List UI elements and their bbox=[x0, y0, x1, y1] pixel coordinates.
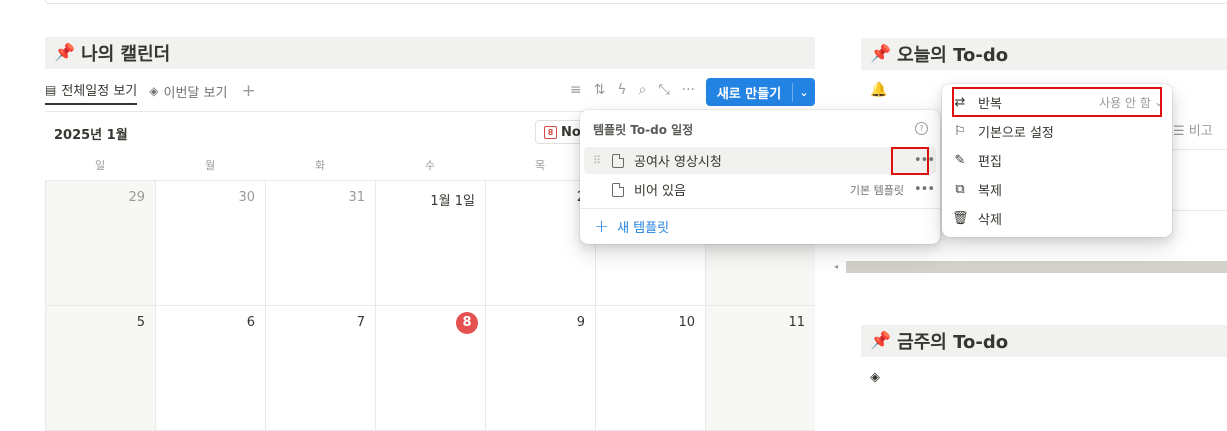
calendar-title: 나의 캘린더 bbox=[81, 44, 171, 65]
highlight-box bbox=[952, 87, 1162, 117]
week-todo-header: 📌 금주의 To-do bbox=[861, 325, 1227, 357]
day-cell[interactable]: 2 bbox=[485, 181, 595, 305]
day-cell[interactable]: 29 bbox=[45, 181, 155, 305]
day-number: 29 bbox=[128, 190, 145, 205]
calendar-week: 5 6 7 8 9 10 11 bbox=[45, 306, 815, 431]
bell-icon[interactable]: 🔔 bbox=[870, 82, 887, 98]
weekday-label: 일 bbox=[94, 159, 106, 172]
menu-item-label: 복제 bbox=[978, 183, 1002, 199]
more-icon[interactable]: ··· bbox=[682, 82, 695, 98]
sort-icon[interactable]: ⇅ bbox=[594, 82, 606, 98]
scroll-left-icon[interactable]: ◂ bbox=[834, 262, 838, 271]
toolbar-icons: ≡ ⇅ ϟ ⌕ ⤡ ··· bbox=[570, 82, 695, 98]
menu-item-label: 삭제 bbox=[978, 212, 1002, 228]
calendar-section-header: 📌 나의 캘린더 bbox=[45, 37, 815, 69]
menu-item-label: 편집 bbox=[978, 154, 1002, 170]
template-popup: 템플릿 To-do 일정 ? ⠿ 공여사 영상시청 ••• 비어 있음 기본 템… bbox=[580, 110, 940, 244]
new-template-label: 새 템플릿 bbox=[617, 221, 670, 236]
day-number: 10 bbox=[678, 315, 695, 330]
flag-icon: ⚐ bbox=[954, 123, 966, 139]
notes-column-header: ☰ 비고 bbox=[1173, 120, 1213, 139]
weekday-label: 화 bbox=[314, 159, 326, 172]
template-name: 공여사 영상시청 bbox=[634, 155, 722, 170]
day-cell[interactable]: 11 bbox=[705, 306, 815, 430]
chevron-down-icon[interactable]: ⌄ bbox=[793, 86, 815, 99]
day-number: 1월 1일 bbox=[430, 194, 475, 209]
tab-label: 이번달 보기 bbox=[163, 85, 228, 101]
automation-icon[interactable]: ϟ bbox=[617, 82, 626, 98]
menu-item-duplicate[interactable]: ⧉ 복제 bbox=[952, 176, 1164, 202]
search-icon[interactable]: ⌕ bbox=[639, 82, 647, 98]
divider bbox=[580, 208, 940, 209]
template-item[interactable]: 비어 있음 기본 템플릿 ••• bbox=[584, 176, 936, 203]
day-cell[interactable]: 30 bbox=[155, 181, 265, 305]
stack-icon[interactable]: ◈ bbox=[870, 370, 880, 385]
plus-icon: + bbox=[594, 216, 610, 237]
day-cell[interactable]: 10 bbox=[595, 306, 705, 430]
day-cell[interactable]: 7 bbox=[265, 306, 375, 430]
weekday-label: 수 bbox=[424, 159, 436, 172]
tab-this-month[interactable]: ◈ 이번달 보기 bbox=[149, 78, 227, 104]
new-template-button[interactable]: + 새 템플릿 bbox=[594, 216, 669, 237]
day-number: 31 bbox=[348, 190, 365, 205]
more-icon[interactable]: ••• bbox=[912, 182, 936, 197]
pin-icon: 📌 bbox=[870, 44, 892, 64]
day-cell[interactable]: 5 bbox=[45, 306, 155, 430]
top-block-border bbox=[45, 0, 1227, 4]
new-button-label: 새로 만들기 bbox=[706, 82, 793, 102]
day-cell[interactable]: 31 bbox=[265, 181, 375, 305]
help-icon[interactable]: ? bbox=[915, 122, 928, 135]
day-number: 30 bbox=[238, 190, 255, 205]
duplicate-icon: ⧉ bbox=[955, 181, 965, 197]
today-todo-title: 오늘의 To-do bbox=[897, 45, 1009, 66]
day-number: 6 bbox=[246, 315, 255, 330]
template-item[interactable]: ⠿ 공여사 영상시청 ••• bbox=[584, 147, 936, 174]
edit-icon: ✎ bbox=[954, 152, 966, 168]
menu-item-label: 기본으로 설정 bbox=[978, 125, 1054, 141]
default-template-badge: 기본 템플릿 bbox=[849, 183, 904, 197]
day-number: 5 bbox=[136, 315, 145, 330]
tab-all-schedule[interactable]: ▤ 전체일정 보기 bbox=[45, 78, 138, 105]
menu-item-set-default[interactable]: ⚐ 기본으로 설정 bbox=[952, 118, 1164, 144]
day-cell[interactable]: 9 bbox=[485, 306, 595, 430]
calendar-today-icon: 8 bbox=[544, 125, 557, 139]
today-todo-header: 📌 오늘의 To-do bbox=[861, 38, 1227, 70]
page-icon bbox=[612, 182, 624, 197]
new-button[interactable]: 새로 만들기 ⌄ bbox=[706, 78, 815, 106]
today-day-number: 8 bbox=[456, 312, 478, 334]
weekday-label: 월 bbox=[204, 159, 216, 172]
view-tabs: ▤ 전체일정 보기 ◈ 이번달 보기 + ≡ ⇅ ϟ ⌕ ⤡ ··· 새로 만들… bbox=[45, 78, 815, 106]
horizontal-scrollbar[interactable] bbox=[846, 261, 1227, 273]
stack-icon: ◈ bbox=[149, 84, 159, 98]
menu-item-edit[interactable]: ✎ 편집 bbox=[952, 147, 1164, 173]
week-todo-title: 금주의 To-do bbox=[897, 332, 1009, 353]
template-name: 비어 있음 bbox=[634, 184, 686, 199]
pin-icon: 📌 bbox=[870, 331, 892, 351]
page-icon bbox=[612, 153, 624, 168]
day-number: 7 bbox=[356, 315, 365, 330]
lines-icon: ☰ bbox=[1173, 124, 1185, 139]
calendar-icon: ▤ bbox=[45, 82, 57, 97]
filter-icon[interactable]: ≡ bbox=[570, 82, 582, 98]
drag-handle-icon[interactable]: ⠿ bbox=[588, 154, 606, 167]
today-button-label: No bbox=[561, 124, 581, 140]
pin-icon: 📌 bbox=[54, 43, 76, 63]
day-cell[interactable]: 1월 1일 bbox=[375, 181, 485, 305]
weekday-label: 목 bbox=[534, 159, 546, 172]
day-number: 11 bbox=[788, 315, 805, 330]
trash-icon: 🗑 bbox=[952, 210, 969, 226]
month-label: 2025년 1월 bbox=[54, 128, 128, 143]
highlight-box bbox=[891, 147, 929, 175]
notes-label: 비고 bbox=[1188, 124, 1213, 139]
menu-item-delete[interactable]: 🗑 삭제 bbox=[952, 205, 1164, 231]
expand-icon[interactable]: ⤡ bbox=[658, 82, 669, 98]
day-number: 9 bbox=[576, 315, 585, 330]
day-cell[interactable]: 6 bbox=[155, 306, 265, 430]
template-popup-title: 템플릿 To-do 일정 bbox=[593, 123, 694, 137]
tab-label: 전체일정 보기 bbox=[61, 84, 138, 99]
day-cell[interactable]: 8 bbox=[375, 306, 485, 430]
add-view-icon[interactable]: + bbox=[241, 81, 255, 101]
